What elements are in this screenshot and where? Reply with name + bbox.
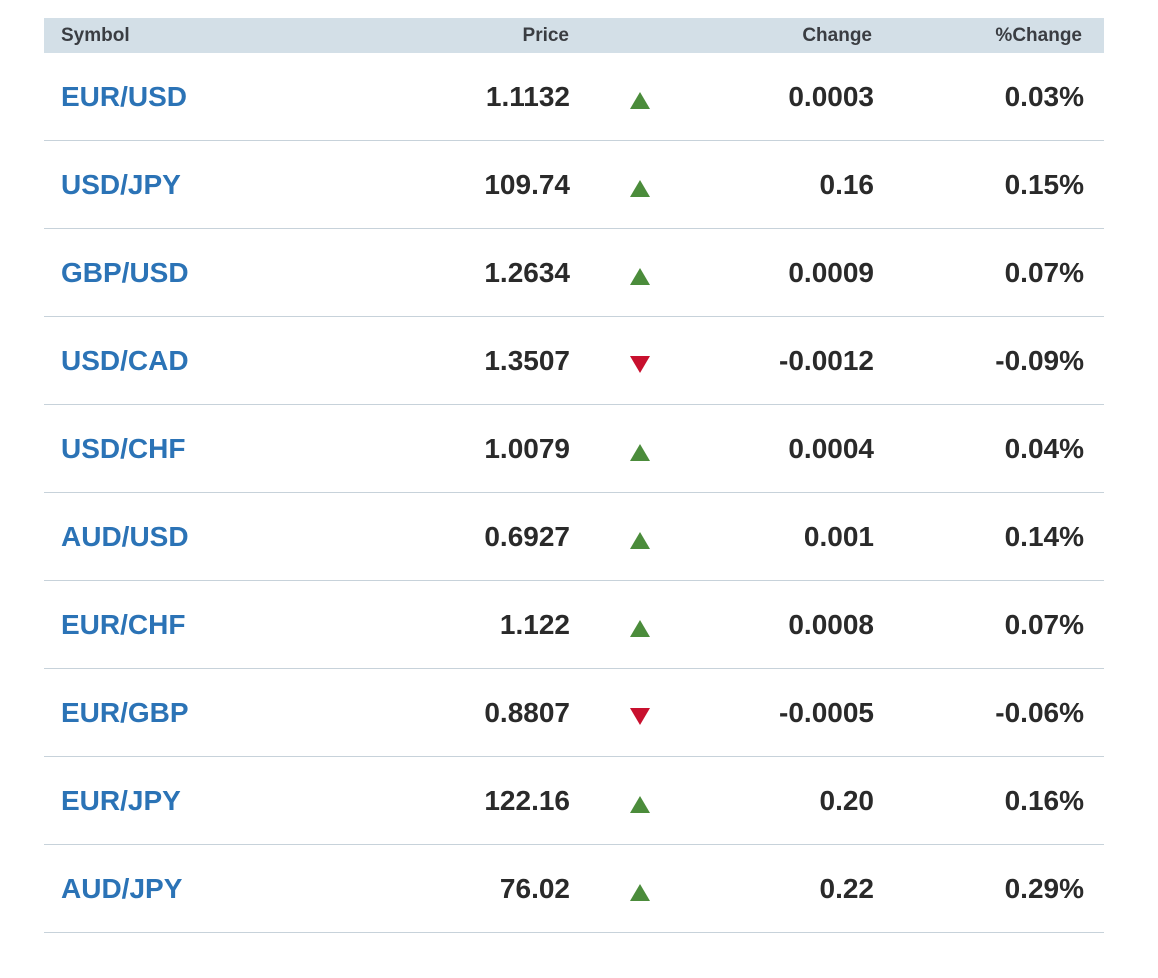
- change-cell: 0.20: [819, 784, 875, 816]
- up-arrow-icon: [630, 267, 650, 285]
- price-cell: 0.8807: [484, 696, 570, 728]
- up-arrow-icon: [630, 531, 650, 549]
- up-arrow-icon: [630, 91, 650, 109]
- symbol-link[interactable]: USD/JPY: [61, 169, 181, 200]
- column-header-symbol[interactable]: Symbol: [44, 25, 344, 47]
- change-cell: 0.0004: [788, 432, 874, 464]
- pct-change-cell: 0.07%: [1004, 608, 1084, 640]
- price-cell: 1.0079: [484, 432, 570, 464]
- symbol-cell: AUD/USD: [44, 521, 344, 553]
- direction-cell: [570, 606, 710, 644]
- currency-quotes-table: Symbol Price Change %Change EUR/USD 1.113…: [44, 18, 1104, 933]
- down-arrow-icon: [630, 707, 650, 725]
- direction-cell: [570, 782, 710, 820]
- pct-change-cell: -0.09%: [995, 344, 1084, 376]
- direction-cell: [570, 694, 710, 732]
- pct-change-cell: 0.07%: [1004, 256, 1084, 288]
- down-arrow-icon: [630, 355, 650, 373]
- up-arrow-icon: [630, 179, 650, 197]
- price-cell: 76.02: [499, 872, 570, 904]
- change-cell: 0.16: [819, 168, 875, 200]
- table-row: AUD/JPY 76.02 0.22 0.29%: [44, 845, 1104, 933]
- change-cell: 0.001: [803, 520, 874, 552]
- up-arrow-icon: [630, 795, 650, 813]
- symbol-cell: GBP/USD: [44, 257, 344, 289]
- pct-change-cell: 0.29%: [1004, 872, 1084, 904]
- change-cell: 0.0009: [788, 256, 874, 288]
- symbol-link[interactable]: EUR/GBP: [61, 697, 189, 728]
- symbol-link[interactable]: EUR/CHF: [61, 609, 185, 640]
- symbol-link[interactable]: AUD/USD: [61, 521, 189, 552]
- change-cell: 0.0008: [788, 608, 874, 640]
- up-arrow-icon: [630, 883, 650, 901]
- pct-change-cell: 0.16%: [1004, 784, 1084, 816]
- up-arrow-icon: [630, 619, 650, 637]
- table-body: EUR/USD 1.1132 0.0003 0.03% USD/JPY 109.74 0.1…: [44, 53, 1104, 933]
- symbol-cell: EUR/CHF: [44, 609, 344, 641]
- table-header: Symbol Price Change %Change: [44, 18, 1104, 53]
- direction-cell: [570, 166, 710, 204]
- table-row: AUD/USD 0.6927 0.001 0.14%: [44, 493, 1104, 581]
- column-header-direction: [570, 33, 710, 39]
- symbol-link[interactable]: AUD/JPY: [61, 873, 182, 904]
- up-arrow-icon: [630, 443, 650, 461]
- symbol-cell: EUR/GBP: [44, 697, 344, 729]
- direction-cell: [570, 430, 710, 468]
- symbol-link[interactable]: GBP/USD: [61, 257, 189, 288]
- table-row: GBP/USD 1.2634 0.0009 0.07%: [44, 229, 1104, 317]
- table-row: USD/CAD 1.3507 -0.0012 -0.09%: [44, 317, 1104, 405]
- direction-cell: [570, 518, 710, 556]
- price-cell: 1.2634: [484, 256, 570, 288]
- change-cell: -0.0005: [779, 696, 874, 728]
- symbol-link[interactable]: EUR/USD: [61, 81, 187, 112]
- table-row: EUR/JPY 122.16 0.20 0.16%: [44, 757, 1104, 845]
- pct-change-cell: 0.14%: [1004, 520, 1084, 552]
- direction-cell: [570, 254, 710, 292]
- table-row: EUR/GBP 0.8807 -0.0005 -0.06%: [44, 669, 1104, 757]
- symbol-cell: USD/CAD: [44, 345, 344, 377]
- column-header-change[interactable]: Change: [710, 25, 874, 47]
- symbol-link[interactable]: USD/CHF: [61, 433, 185, 464]
- symbol-cell: USD/JPY: [44, 169, 344, 201]
- change-cell: -0.0012: [779, 344, 874, 376]
- price-cell: 109.74: [484, 168, 570, 200]
- price-cell: 122.16: [484, 784, 570, 816]
- column-header-pct-change[interactable]: %Change: [874, 25, 1104, 47]
- symbol-link[interactable]: EUR/JPY: [61, 785, 181, 816]
- pct-change-cell: 0.15%: [1004, 168, 1084, 200]
- price-cell: 1.122: [499, 608, 570, 640]
- change-cell: 0.22: [819, 872, 875, 904]
- symbol-link[interactable]: USD/CAD: [61, 345, 189, 376]
- price-cell: 0.6927: [484, 520, 570, 552]
- price-cell: 1.3507: [484, 344, 570, 376]
- column-header-price[interactable]: Price: [344, 25, 570, 47]
- pct-change-cell: 0.03%: [1004, 80, 1084, 112]
- pct-change-cell: 0.04%: [1004, 432, 1084, 464]
- symbol-cell: EUR/JPY: [44, 785, 344, 817]
- table-row: USD/CHF 1.0079 0.0004 0.04%: [44, 405, 1104, 493]
- pct-change-cell: -0.06%: [995, 696, 1084, 728]
- direction-cell: [570, 78, 710, 116]
- symbol-cell: EUR/USD: [44, 81, 344, 113]
- table-row: USD/JPY 109.74 0.16 0.15%: [44, 141, 1104, 229]
- table-row: EUR/CHF 1.122 0.0008 0.07%: [44, 581, 1104, 669]
- direction-cell: [570, 870, 710, 908]
- change-cell: 0.0003: [788, 80, 874, 112]
- symbol-cell: USD/CHF: [44, 433, 344, 465]
- table-row: EUR/USD 1.1132 0.0003 0.03%: [44, 53, 1104, 141]
- direction-cell: [570, 342, 710, 380]
- symbol-cell: AUD/JPY: [44, 873, 344, 905]
- price-cell: 1.1132: [485, 80, 570, 112]
